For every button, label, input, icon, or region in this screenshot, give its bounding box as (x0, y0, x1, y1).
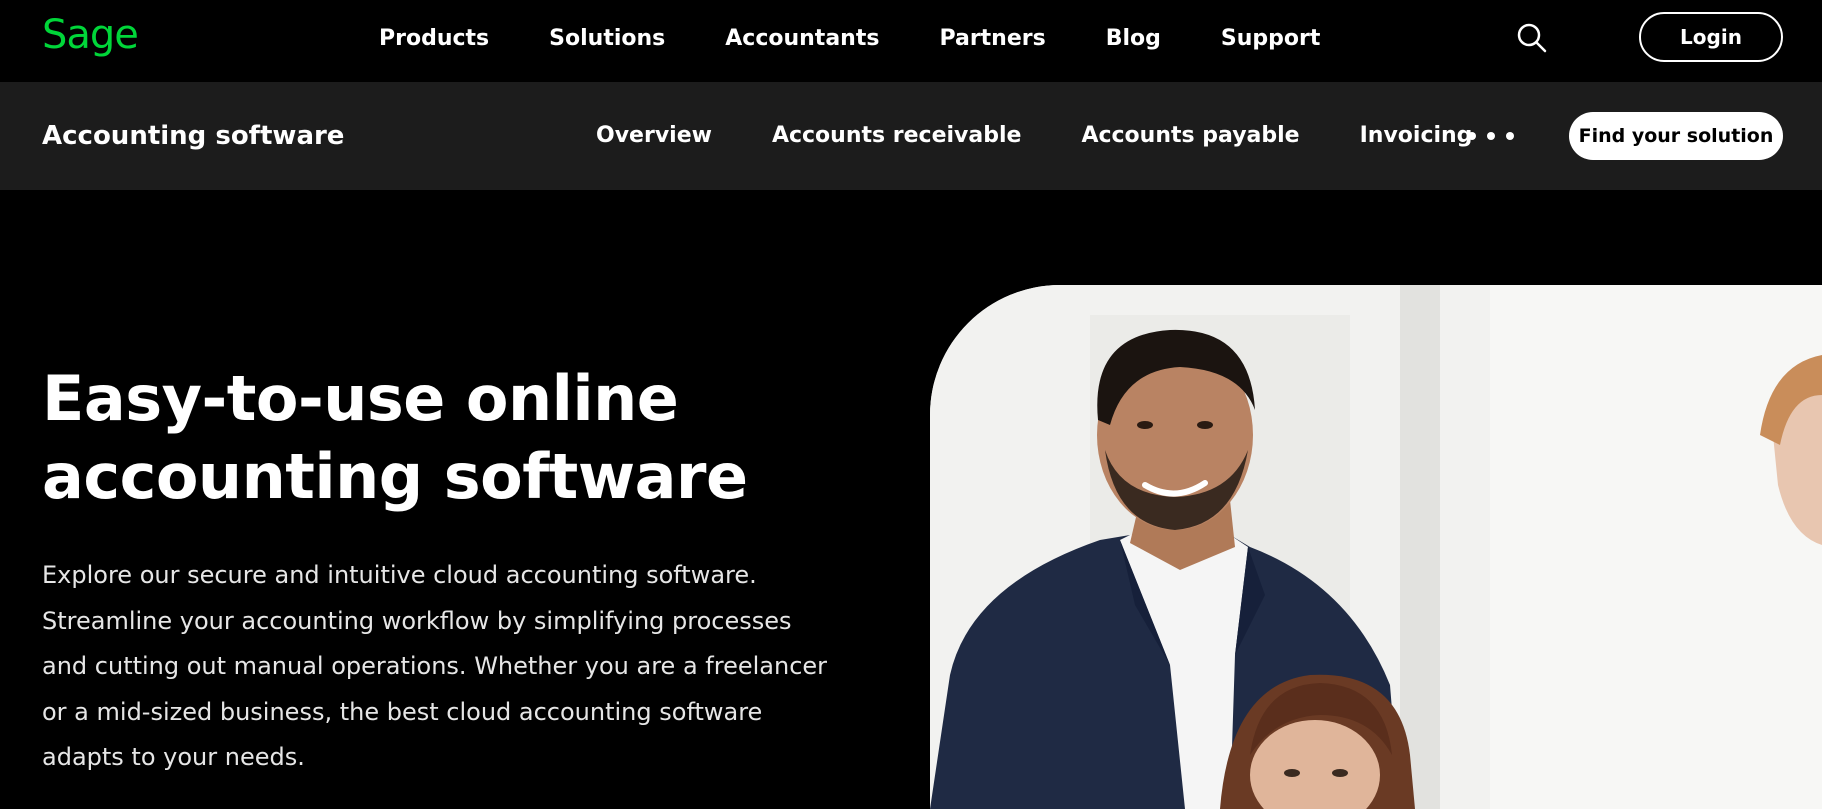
login-button[interactable]: Login (1639, 12, 1783, 62)
nav-link-products[interactable]: Products (379, 22, 489, 56)
hero-heading-line-2: accounting software (42, 440, 748, 513)
subnav-link-accounts-receivable[interactable]: Accounts receivable (772, 118, 1022, 154)
more-dot (1506, 132, 1514, 140)
search-icon[interactable] (1516, 22, 1548, 54)
primary-nav: Products Solutions Accountants Partners … (379, 22, 1380, 56)
nav-link-accountants[interactable]: Accountants (725, 22, 879, 56)
section-title[interactable]: Accounting software (42, 118, 344, 154)
more-dot (1487, 132, 1495, 140)
nav-link-solutions[interactable]: Solutions (549, 22, 665, 56)
nav-link-partners[interactable]: Partners (939, 22, 1045, 56)
nav-link-support[interactable]: Support (1221, 22, 1320, 56)
top-navigation: Sage Products Solutions Accountants Part… (0, 0, 1822, 82)
hero-description: Explore our secure and intuitive cloud a… (42, 561, 828, 771)
subnav-link-invoicing[interactable]: Invoicing (1360, 118, 1473, 154)
find-your-solution-button[interactable]: Find your solution (1569, 112, 1783, 160)
sage-logo[interactable]: Sage (42, 10, 139, 60)
more-horizontal-icon[interactable] (1468, 124, 1514, 148)
office-people-photo (930, 285, 1822, 809)
nav-link-blog[interactable]: Blog (1106, 22, 1161, 56)
hero-heading: Easy-to-use online accounting software (42, 360, 862, 516)
subnav-link-overview[interactable]: Overview (596, 118, 712, 154)
section-nav: Overview Accounts receivable Accounts pa… (596, 118, 1532, 154)
secondary-navigation: Accounting software Overview Accounts re… (0, 82, 1822, 190)
more-dot (1468, 132, 1476, 140)
subnav-link-accounts-payable[interactable]: Accounts payable (1081, 118, 1299, 154)
hero-heading-line-1: Easy-to-use online (42, 362, 679, 435)
hero-photo-illustration (930, 285, 1822, 809)
